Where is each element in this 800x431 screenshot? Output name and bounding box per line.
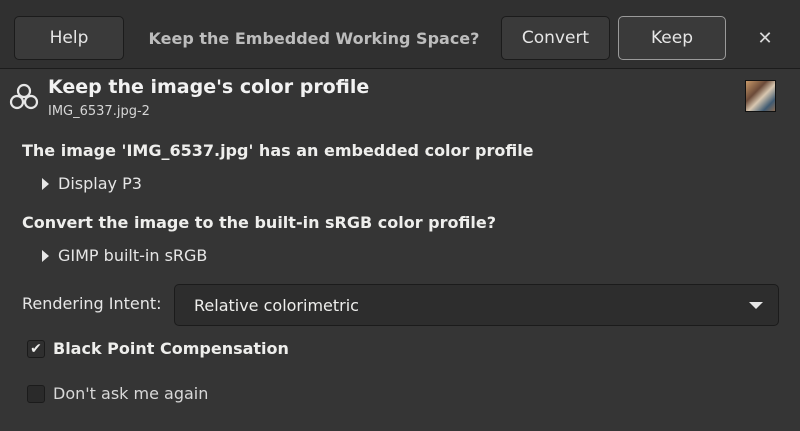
keep-button[interactable]: Keep [618,16,726,60]
embedded-profile-question: The image 'IMG_6537.jpg' has an embedded… [22,141,534,160]
rendering-intent-label: Rendering Intent: [22,294,162,313]
checkmark-icon[interactable]: ✔ [27,339,45,358]
rendering-intent-dropdown[interactable]: Relative colorimetric [174,284,779,326]
target-profile-name: GIMP built-in sRGB [58,246,208,265]
convert-profile-question: Convert the image to the built-in sRGB c… [22,213,496,232]
help-button[interactable]: Help [14,16,124,60]
black-point-compensation-label: Black Point Compensation [53,339,289,358]
checkbox-box[interactable] [27,384,45,403]
embedded-profile-expander[interactable]: Display P3 [42,174,142,193]
header-bar: Help Keep the Embedded Working Space? Co… [0,0,800,69]
gimp-logo-icon [9,83,39,110]
expander-arrow-icon [42,249,49,262]
convert-button[interactable]: Convert [501,16,610,60]
dont-ask-again-label: Don't ask me again [53,384,209,403]
close-icon[interactable]: ✕ [745,18,785,58]
image-thumbnail [745,80,776,112]
black-point-compensation-checkbox[interactable]: ✔ Black Point Compensation [27,339,289,358]
embedded-profile-name: Display P3 [58,174,142,193]
expander-arrow-icon [42,177,49,190]
profile-heading: Keep the image's color profile [48,76,370,98]
dialog-title: Keep the Embedded Working Space? [148,28,480,48]
chevron-down-icon [749,302,763,309]
target-profile-expander[interactable]: GIMP built-in sRGB [42,246,207,265]
rendering-intent-value: Relative colorimetric [194,295,359,315]
dont-ask-again-checkbox[interactable]: Don't ask me again [27,384,208,403]
image-name: IMG_6537.jpg-2 [48,104,150,119]
